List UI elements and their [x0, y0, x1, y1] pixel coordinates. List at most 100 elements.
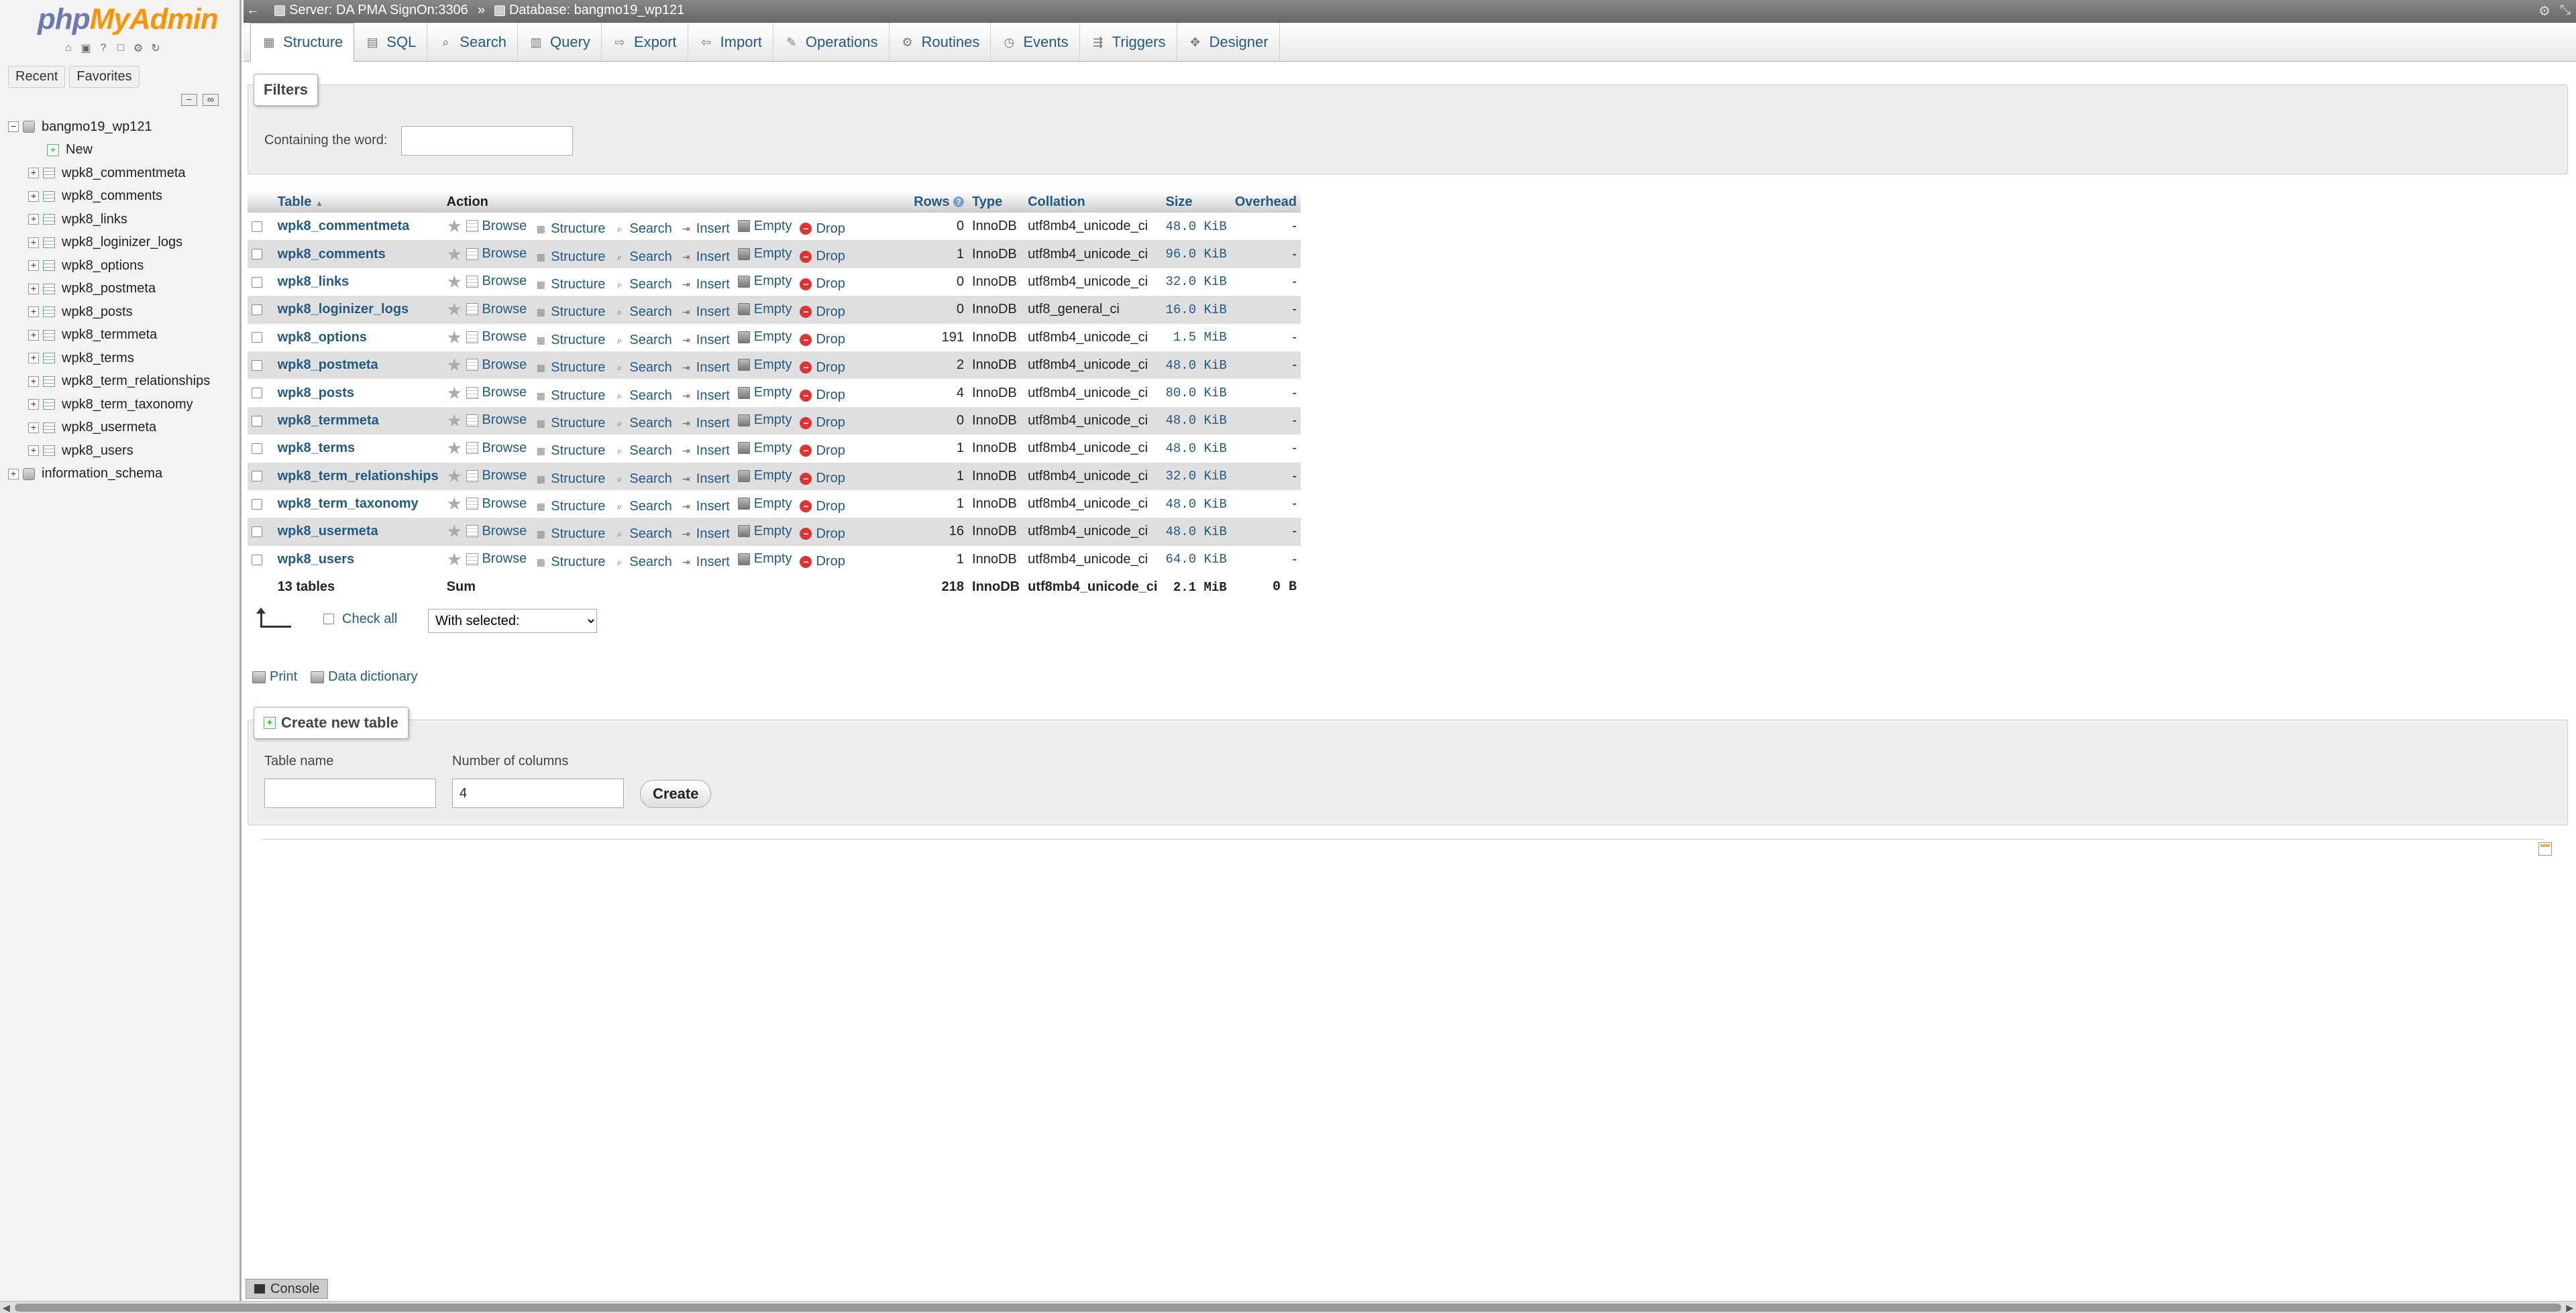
browse-action[interactable]: Browse [466, 441, 527, 456]
size-link[interactable]: 80.0 KiB [1166, 386, 1227, 400]
expand-icon[interactable]: + [8, 468, 19, 479]
structure-action[interactable]: ▦ Structure [535, 249, 606, 265]
header-table[interactable]: Table ▲ [273, 191, 443, 213]
table-name-input[interactable] [264, 779, 436, 808]
structure-action[interactable]: ▦ Structure [535, 333, 606, 348]
favorite-star-icon[interactable]: ★ [447, 549, 462, 569]
browse-action[interactable]: Browse [466, 412, 527, 428]
horizontal-scrollbar[interactable]: ◀ ▶ [0, 1301, 2576, 1313]
structure-action[interactable]: ▦ Structure [535, 416, 606, 431]
expand-icon[interactable]: + [28, 214, 39, 225]
favorite-star-icon[interactable]: ★ [447, 299, 462, 319]
drop-action[interactable]: − Drop [800, 332, 845, 347]
insert-action[interactable]: ⇥ Insert [680, 555, 730, 570]
browse-action[interactable]: Browse [466, 357, 527, 373]
insert-action[interactable]: ⇥ Insert [680, 443, 730, 459]
drop-action[interactable]: − Drop [800, 415, 845, 431]
page-settings-icon[interactable] [2538, 842, 2552, 856]
row-checkbox[interactable] [252, 471, 262, 482]
scroll-thumb[interactable] [15, 1304, 2561, 1312]
structure-action[interactable]: ▦ Structure [535, 277, 606, 292]
insert-action[interactable]: ⇥ Insert [680, 388, 730, 404]
structure-action[interactable]: ▦ Structure [535, 304, 606, 320]
structure-action[interactable]: ▦ Structure [535, 471, 606, 487]
empty-action[interactable]: Empty [737, 496, 792, 512]
settings-icon[interactable]: ⚙ [131, 42, 145, 55]
empty-action[interactable]: Empty [737, 441, 792, 456]
empty-action[interactable]: Empty [737, 302, 792, 317]
search-action[interactable]: ⌕ Search [613, 443, 672, 459]
size-link[interactable]: 48.0 KiB [1166, 441, 1227, 456]
table-name-link[interactable]: wpk8_termmeta [278, 413, 379, 428]
phpmyadmin-logo[interactable]: phpMyAdmin [38, 3, 219, 36]
favorite-star-icon[interactable]: ★ [447, 355, 462, 375]
structure-action[interactable]: ▦ Structure [535, 555, 606, 570]
back-arrow-icon[interactable]: ← [246, 3, 260, 18]
search-action[interactable]: ⌕ Search [613, 249, 672, 265]
browse-action[interactable]: Browse [466, 468, 527, 483]
search-action[interactable]: ⌕ Search [613, 388, 672, 404]
favorite-star-icon[interactable]: ★ [447, 272, 462, 292]
tab-query[interactable]: ▥ Query [518, 23, 602, 62]
insert-action[interactable]: ⇥ Insert [680, 221, 730, 237]
expand-icon[interactable]: + [28, 445, 39, 457]
row-checkbox[interactable] [252, 221, 262, 232]
table-name-link[interactable]: wpk8_postmeta [278, 357, 378, 372]
drop-action[interactable]: − Drop [800, 526, 845, 542]
drop-action[interactable]: − Drop [800, 471, 845, 486]
favorite-star-icon[interactable]: ★ [447, 466, 462, 486]
tab-triggers[interactable]: ⇶ Triggers [1080, 23, 1177, 62]
header-collation[interactable]: Collation [1024, 191, 1162, 213]
gear-icon[interactable]: ⚙ [2538, 3, 2551, 19]
expand-icon[interactable]: + [28, 168, 39, 179]
tree-table[interactable]: + wpk8_options [8, 254, 236, 278]
table-name-link[interactable]: wpk8_links [278, 274, 350, 289]
row-checkbox[interactable] [252, 249, 262, 260]
collapse-icon[interactable]: − [8, 121, 19, 133]
header-rows[interactable]: Rows ? [900, 191, 969, 213]
tab-operations[interactable]: ✎ Operations [773, 23, 890, 62]
row-checkbox[interactable] [252, 332, 262, 343]
structure-action[interactable]: ▦ Structure [535, 360, 606, 376]
expand-icon[interactable]: + [28, 329, 39, 341]
empty-action[interactable]: Empty [737, 524, 792, 539]
insert-action[interactable]: ⇥ Insert [680, 277, 730, 292]
browse-action[interactable]: Browse [466, 329, 527, 345]
structure-action[interactable]: ▦ Structure [535, 443, 606, 459]
tree-table[interactable]: + wpk8_term_taxonomy [8, 393, 236, 416]
tree-database[interactable]: − bangmo19_wp121 [8, 115, 236, 139]
tree-table[interactable]: + wpk8_postmeta [8, 278, 236, 301]
empty-action[interactable]: Empty [737, 357, 792, 373]
drop-action[interactable]: − Drop [800, 304, 845, 320]
expand-icon[interactable]: + [28, 399, 39, 410]
drop-action[interactable]: − Drop [800, 249, 845, 264]
scroll-left-icon[interactable]: ◀ [3, 1302, 10, 1313]
row-checkbox[interactable] [252, 415, 262, 426]
breadcrumb-server[interactable]: Server: DA PMA SignOn:3306 [274, 3, 468, 18]
expand-icon[interactable]: + [28, 237, 39, 248]
search-action[interactable]: ⌕ Search [613, 277, 672, 292]
insert-action[interactable]: ⇥ Insert [680, 333, 730, 348]
drop-action[interactable]: − Drop [800, 221, 845, 237]
favorite-star-icon[interactable]: ★ [447, 244, 462, 264]
drop-action[interactable]: − Drop [800, 499, 845, 514]
tab-events[interactable]: ◷ Events [991, 23, 1080, 62]
insert-action[interactable]: ⇥ Insert [680, 249, 730, 265]
tree-table[interactable]: + wpk8_posts [8, 300, 236, 324]
favorite-star-icon[interactable]: ★ [447, 410, 462, 431]
tree-table[interactable]: + wpk8_usermeta [8, 416, 236, 440]
table-name-link[interactable]: wpk8_term_relationships [278, 469, 439, 483]
empty-action[interactable]: Empty [737, 551, 792, 567]
table-name-link[interactable]: wpk8_loginizer_logs [278, 302, 409, 317]
row-checkbox[interactable] [252, 388, 262, 399]
tree-table[interactable]: + wpk8_links [8, 208, 236, 231]
browse-action[interactable]: Browse [466, 302, 527, 317]
tab-import[interactable]: ⇦ Import [688, 23, 773, 62]
table-name-link[interactable]: wpk8_posts [278, 386, 354, 400]
insert-action[interactable]: ⇥ Insert [680, 526, 730, 542]
table-name-link[interactable]: wpk8_term_taxonomy [278, 496, 419, 511]
empty-action[interactable]: Empty [737, 468, 792, 483]
tree-table[interactable]: + wpk8_loginizer_logs [8, 231, 236, 255]
size-link[interactable]: 96.0 KiB [1166, 247, 1227, 262]
home-icon[interactable]: ⌂ [62, 42, 75, 55]
